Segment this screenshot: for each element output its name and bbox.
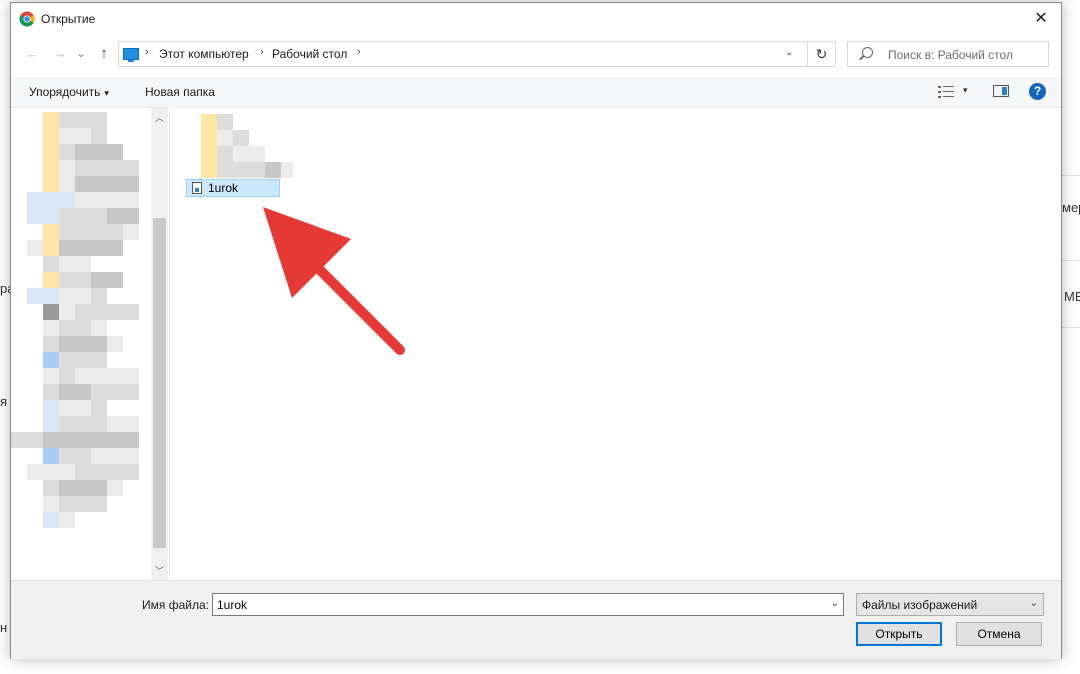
annotation-arrow (263, 207, 405, 355)
